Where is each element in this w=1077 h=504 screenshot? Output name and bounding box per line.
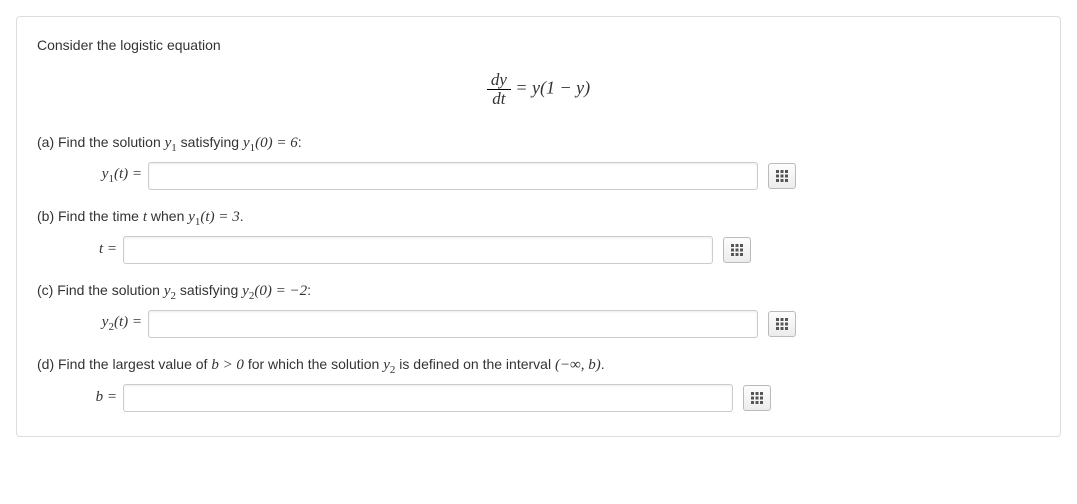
keypad-icon bbox=[776, 170, 788, 182]
keypad-button-b[interactable] bbox=[723, 237, 751, 263]
part-c-answer-row: y2(t) = bbox=[37, 310, 1040, 338]
part-d-lhs: b = bbox=[87, 389, 117, 406]
part-b-answer-row: t = bbox=[37, 236, 1040, 264]
part-d: (d) Find the largest value of b > 0 for … bbox=[37, 356, 1040, 412]
part-a-prompt: (a) Find the solution y1 satisfying y1(0… bbox=[37, 134, 1040, 154]
keypad-icon bbox=[776, 318, 788, 330]
keypad-button-a[interactable] bbox=[768, 163, 796, 189]
part-d-answer-row: b = bbox=[37, 384, 1040, 412]
part-c-prompt: (c) Find the solution y2 satisfying y2(0… bbox=[37, 282, 1040, 302]
keypad-button-d[interactable] bbox=[743, 385, 771, 411]
part-c-lhs: y2(t) = bbox=[87, 314, 142, 333]
part-c: (c) Find the solution y2 satisfying y2(0… bbox=[37, 282, 1040, 338]
part-a-answer-row: y1(t) = bbox=[37, 162, 1040, 190]
question-panel: Consider the logistic equation dy dt = y… bbox=[16, 16, 1061, 437]
part-d-prompt: (d) Find the largest value of b > 0 for … bbox=[37, 356, 1040, 376]
part-b-lhs: t = bbox=[87, 241, 117, 258]
part-b-input[interactable] bbox=[123, 236, 713, 264]
keypad-icon bbox=[751, 392, 763, 404]
intro-text: Consider the logistic equation bbox=[37, 37, 1040, 53]
logistic-equation: dy dt = y(1 − y) bbox=[37, 71, 1040, 108]
keypad-icon bbox=[731, 244, 743, 256]
part-a: (a) Find the solution y1 satisfying y1(0… bbox=[37, 134, 1040, 190]
part-a-lhs: y1(t) = bbox=[87, 166, 142, 185]
part-c-input[interactable] bbox=[148, 310, 758, 338]
part-a-input[interactable] bbox=[148, 162, 758, 190]
fraction: dy dt bbox=[487, 71, 511, 108]
part-b-prompt: (b) Find the time t when y1(t) = 3. bbox=[37, 208, 1040, 228]
keypad-button-c[interactable] bbox=[768, 311, 796, 337]
part-d-input[interactable] bbox=[123, 384, 733, 412]
part-b: (b) Find the time t when y1(t) = 3. t = bbox=[37, 208, 1040, 264]
